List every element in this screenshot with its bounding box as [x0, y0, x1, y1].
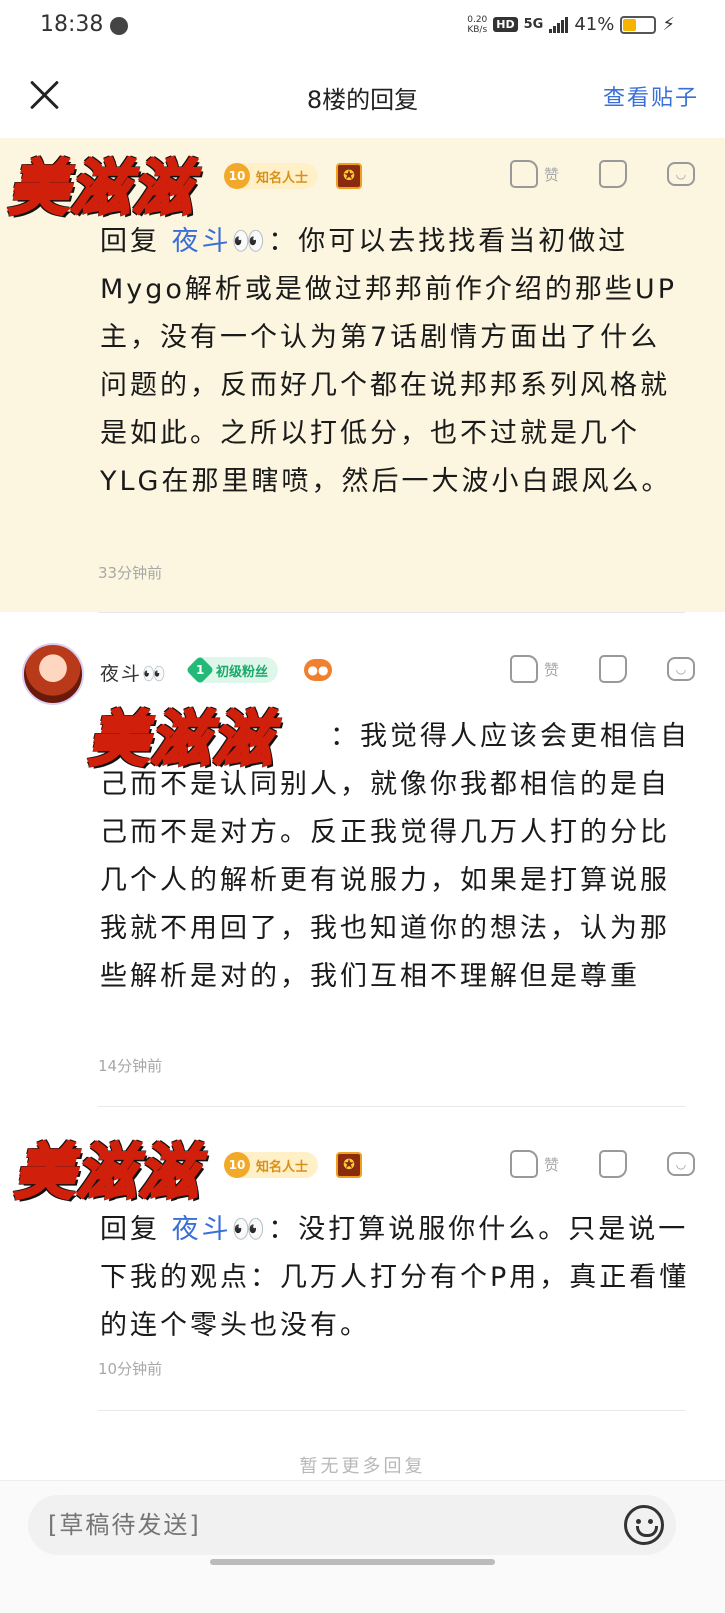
reply-actions: 赞 ◡ [509, 655, 695, 683]
thumb-up-icon [509, 160, 538, 188]
nickname-art[interactable]: 美滋滋 [7, 140, 194, 227]
dislike-button[interactable] [599, 160, 627, 188]
charging-icon: ⚡ [662, 14, 675, 35]
header: 8楼的回复 查看贴子 [0, 60, 725, 136]
like-button[interactable]: 赞 [509, 655, 559, 683]
level-badge: 10 知名人士 [224, 163, 319, 189]
reply-content: 回复 夜斗👀：没打算说服你什么。只是说一下我的观点：几万人打分有个P用，真正看懂… [100, 1214, 690, 1341]
divider [98, 612, 685, 613]
reply-actions: 赞 ◡ [509, 160, 695, 188]
emoji-icon[interactable] [624, 1505, 664, 1545]
status-bar: 18:38 0.20 KB/s HD 5G 41% ⚡ [0, 0, 725, 52]
comment-button[interactable]: ◡ [667, 657, 695, 681]
reply-input-bar [0, 1480, 725, 1613]
gamepad-icon: ●● [304, 659, 332, 681]
globe-icon [110, 17, 128, 35]
level-badge: 1 初级粉丝 [185, 655, 279, 685]
reply-mention-link[interactable]: 夜斗👀 [172, 226, 269, 257]
reply-item: 美滋滋 10 知名人士 ✪ 赞 ◡ 回复 夜斗👀：你可以去找找看当初做过Mygo… [0, 138, 725, 612]
dislike-button[interactable] [599, 1150, 627, 1178]
reply-content: 回复 夜斗👀：你可以去找找看当初做过Mygo解析或是做过邦邦前作介绍的那些UP主… [100, 226, 677, 497]
avatar[interactable] [22, 643, 84, 705]
reply-actions: 赞 ◡ [509, 1150, 695, 1178]
comment-icon: ◡ [667, 657, 695, 681]
level-badge: 10 知名人士 [224, 1152, 319, 1178]
view-post-link[interactable]: 查看贴子 [603, 80, 699, 112]
divider [98, 1106, 685, 1107]
signal-icon [549, 16, 569, 33]
medal-icon: ✪ [336, 1152, 362, 1178]
reply-time: 10分钟前 [98, 1360, 163, 1378]
reply-input[interactable] [28, 1495, 676, 1555]
reply-item: 美滋滋 10 知名人士 ✪ 赞 ◡ 回复 夜斗👀：没打算说服你什么。只是说一下我… [0, 1118, 725, 1408]
user-name[interactable]: 夜斗👀 [100, 659, 168, 686]
hd-icon: HD [493, 17, 518, 32]
comment-icon: ◡ [667, 1152, 695, 1176]
divider [98, 1410, 685, 1411]
comment-icon: ◡ [667, 162, 695, 186]
thumb-up-icon [509, 1150, 538, 1178]
thumb-up-icon [509, 655, 538, 683]
no-more-replies: 暂无更多回复 [299, 1456, 426, 1477]
comment-button[interactable]: ◡ [667, 1152, 695, 1176]
medal-icon: ✪ [336, 163, 362, 189]
status-indicators: 0.20 KB/s HD 5G 41% ⚡ [467, 14, 675, 35]
status-time: 18:38 [40, 12, 104, 37]
thumb-down-icon [599, 1150, 627, 1178]
battery-icon [620, 15, 657, 34]
dislike-button[interactable] [599, 655, 627, 683]
like-button[interactable]: 赞 [509, 160, 559, 188]
reply-item: 夜斗👀 1 初级粉丝 ●● 赞 ◡ 美滋滋 ：我觉得人应该会更相信自己而不是认同… [0, 625, 725, 1105]
net-speed: 0.20 KB/s [467, 14, 488, 35]
reply-time: 33分钟前 [98, 564, 163, 582]
thumb-down-icon [599, 160, 627, 188]
thumb-down-icon [599, 655, 627, 683]
battery-percent: 41% [574, 14, 615, 35]
network-type: 5G [523, 17, 544, 32]
like-button[interactable]: 赞 [509, 1150, 559, 1178]
reply-time: 14分钟前 [98, 1057, 163, 1075]
home-indicator[interactable] [210, 1559, 495, 1565]
nickname-art[interactable]: 美滋滋 [13, 1124, 200, 1211]
comment-button[interactable]: ◡ [667, 162, 695, 186]
reply-mention-link[interactable]: 夜斗👀 [172, 1214, 269, 1245]
reply-content: ：我觉得人应该会更相信自己而不是认同别人，就像你我都相信的是自己而不是对方。反正… [100, 721, 690, 992]
